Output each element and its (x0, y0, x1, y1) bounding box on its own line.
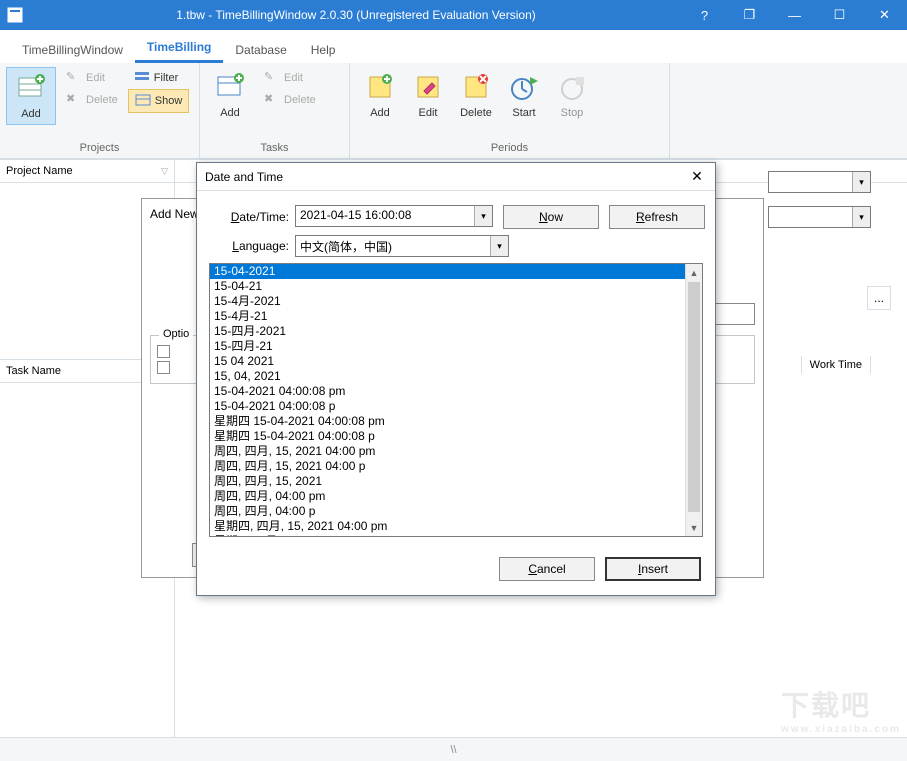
show-icon (135, 93, 151, 109)
dialog-titlebar: Date and Time ✕ (197, 163, 715, 191)
refresh-button[interactable]: Refresh (609, 205, 705, 229)
dropdown-icon[interactable]: ▾ (490, 236, 508, 256)
format-list-item[interactable]: 15-04-2021 04:00:08 p (210, 399, 702, 414)
format-list-item[interactable]: 周四, 四月, 04:00 pm (210, 489, 702, 504)
filter-icon[interactable]: ▽ (161, 166, 168, 177)
periods-start-button[interactable]: Start (500, 67, 548, 123)
ribbon-group-projects: Add ✎Edit ✖Delete Filter Show Projects (0, 63, 200, 158)
right-combo-2[interactable]: ▾ (768, 206, 871, 228)
format-list-item[interactable]: 15-04-2021 04:00:08 pm (210, 384, 702, 399)
format-list-item[interactable]: 周四, 四月, 15, 2021 04:00 p (210, 459, 702, 474)
projects-add-label: Add (21, 108, 41, 120)
periods-delete-button[interactable]: Delete (452, 67, 500, 123)
delete-icon: ✖ (264, 92, 280, 108)
maximize-button[interactable]: ☐ (817, 0, 862, 30)
tab-database[interactable]: Database (223, 37, 298, 63)
format-list-item[interactable]: 星期四, 四月, 15, 2021 04:00 pm (210, 519, 702, 534)
projects-delete-button[interactable]: ✖Delete (60, 89, 124, 111)
scroll-thumb[interactable] (688, 282, 700, 512)
ribbon-group-tasks-label: Tasks (200, 140, 349, 158)
close-button[interactable]: ✕ (862, 0, 907, 30)
tasks-edit-button[interactable]: ✎Edit (258, 67, 322, 89)
projects-filter-button[interactable]: Filter (128, 67, 190, 89)
edit-icon: ✎ (264, 70, 280, 86)
format-list-item[interactable]: 周四, 四月, 15, 2021 04:00 pm (210, 444, 702, 459)
datetime-combo[interactable]: 2021-04-15 16:00:08 ▾ (295, 205, 493, 227)
ribbon-group-tasks: Add ✎Edit ✖Delete Tasks (200, 63, 350, 158)
scrollbar[interactable]: ▲ ▼ (685, 264, 702, 536)
ribbon-group-periods: Add Edit Delete Start Stop Periods (350, 63, 670, 158)
scroll-down-icon[interactable]: ▼ (686, 519, 702, 536)
add-icon (214, 71, 246, 103)
edit-icon: ✎ (66, 70, 82, 86)
format-list-item[interactable]: 周四, 四月, 15, 2021 (210, 474, 702, 489)
dialog-title: Date and Time (205, 170, 687, 184)
add-note-icon (364, 71, 396, 103)
language-combo[interactable]: 中文(简体，中国) ▾ (295, 235, 509, 257)
more-button[interactable]: ... (867, 286, 891, 310)
project-name-column[interactable]: Project Name ▽ (0, 160, 175, 182)
format-list-item[interactable]: 15-四月-21 (210, 339, 702, 354)
titlebar: 1.tbw - TimeBillingWindow 2.0.30 (Unregi… (0, 0, 907, 30)
format-list-item[interactable]: 15, 04, 2021 (210, 369, 702, 384)
datetime-value: 2021-04-15 16:00:08 (296, 206, 474, 226)
periods-stop-button[interactable]: Stop (548, 67, 596, 123)
format-list-item[interactable]: 15-四月-2021 (210, 324, 702, 339)
status-bar: \\ (0, 737, 907, 761)
tasks-add-button[interactable]: Add (206, 67, 254, 123)
format-list-item[interactable]: 星期四 四月 15 2021 04:00 p (210, 534, 702, 537)
start-icon (508, 71, 540, 103)
ribbon-group-periods-label: Periods (350, 140, 669, 158)
tab-timebilling[interactable]: TimeBilling (135, 34, 223, 63)
tab-help[interactable]: Help (299, 37, 348, 63)
format-list-item[interactable]: 星期四 15-04-2021 04:00:08 pm (210, 414, 702, 429)
app-icon (0, 7, 30, 23)
dialog-close-button[interactable]: ✕ (687, 168, 707, 185)
cancel-button[interactable]: Cancel (499, 557, 595, 581)
work-time-column[interactable]: Work Time (801, 356, 871, 374)
add-icon (15, 72, 47, 104)
minimize-button[interactable]: — (772, 0, 817, 30)
tasks-delete-button[interactable]: ✖Delete (258, 89, 322, 111)
delete-icon: ✖ (66, 92, 82, 108)
format-list-item[interactable]: 周四, 四月, 04:00 p (210, 504, 702, 519)
tab-timebillingwindow[interactable]: TimeBillingWindow (10, 37, 135, 63)
scroll-up-icon[interactable]: ▲ (686, 264, 702, 281)
date-time-dialog: Date and Time ✕ Date/Time: 2021-04-15 16… (196, 162, 716, 596)
stop-icon (556, 71, 588, 103)
menu-bar: TimeBillingWindow TimeBilling Database H… (0, 30, 907, 63)
datetime-label: Date/Time: (207, 210, 289, 224)
delete-note-icon (460, 71, 492, 103)
format-list-item[interactable]: 15-4月-21 (210, 309, 702, 324)
ribbon-group-projects-label: Projects (0, 140, 199, 158)
language-label: Language: (207, 239, 289, 253)
now-button[interactable]: Now (503, 205, 599, 229)
dropdown-icon[interactable]: ▾ (852, 172, 870, 192)
edit-note-icon (412, 71, 444, 103)
window-title: 1.tbw - TimeBillingWindow 2.0.30 (Unregi… (30, 8, 682, 22)
format-list-item[interactable]: 15-04-21 (210, 279, 702, 294)
format-list-item[interactable]: 星期四 15-04-2021 04:00:08 p (210, 429, 702, 444)
help-button[interactable]: ? (682, 0, 727, 30)
restore-button[interactable]: ❐ (727, 0, 772, 30)
language-value: 中文(简体，中国) (296, 236, 490, 256)
format-list-item[interactable]: 15 04 2021 (210, 354, 702, 369)
filter-icon (134, 70, 150, 86)
periods-edit-button[interactable]: Edit (404, 67, 452, 123)
projects-edit-button[interactable]: ✎Edit (60, 67, 124, 89)
projects-add-button[interactable]: Add (6, 67, 56, 125)
format-list-item[interactable]: 15-04-2021 (210, 264, 702, 279)
dialog-footer: Cancel Insert (197, 547, 715, 595)
status-separator: \\ (450, 744, 456, 756)
projects-show-button[interactable]: Show (128, 89, 190, 113)
periods-add-button[interactable]: Add (356, 67, 404, 123)
window-controls: ? ❐ — ☐ ✕ (682, 0, 907, 30)
ribbon: Add ✎Edit ✖Delete Filter Show Projects A… (0, 63, 907, 159)
insert-button[interactable]: Insert (605, 557, 701, 581)
dropdown-icon[interactable]: ▾ (474, 206, 492, 226)
right-combo-1[interactable]: ▾ (768, 171, 871, 193)
dropdown-icon[interactable]: ▾ (852, 207, 870, 227)
format-list-item[interactable]: 15-4月-2021 (210, 294, 702, 309)
format-listbox[interactable]: 15-04-202115-04-2115-4月-202115-4月-2115-四… (209, 263, 703, 537)
